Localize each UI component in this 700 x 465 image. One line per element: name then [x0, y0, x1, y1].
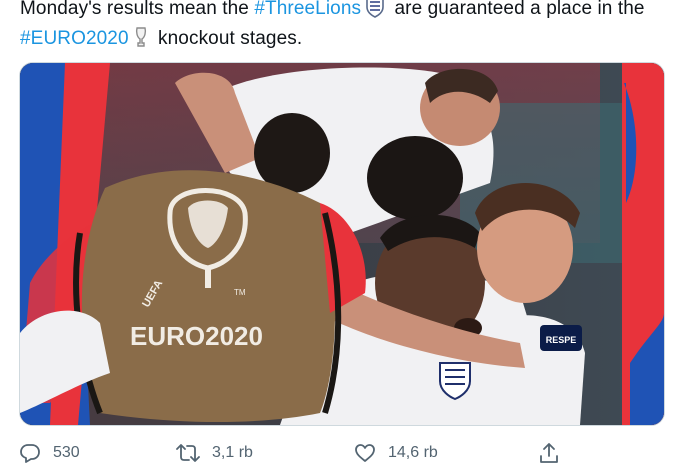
hashtag-euro2020[interactable]: #EURO2020	[20, 28, 129, 49]
heart-icon	[354, 442, 376, 464]
retweet-icon	[176, 442, 200, 464]
armband-label: RESPE	[546, 335, 577, 345]
tweet-media-image[interactable]: RESPE UEFA EURO2020 TM	[19, 62, 665, 426]
tweet-line-1: Monday's results mean the #ThreeLions ar…	[20, 0, 680, 26]
trophy-icon	[133, 26, 149, 56]
hashtag-threelions[interactable]: #ThreeLions	[254, 0, 361, 19]
tweet-text-segment: knockout stages.	[158, 28, 303, 49]
retweet-count: 3,1 rb	[212, 443, 253, 461]
like-button[interactable]: 14,6 rb	[354, 440, 438, 465]
tweet-action-bar: 530 3,1 rb 14,6 rb	[0, 440, 700, 465]
reply-button[interactable]: 530	[19, 440, 80, 465]
england-crest-icon	[365, 0, 385, 26]
tweet-text: Monday's results mean the #ThreeLions ar…	[20, 0, 680, 56]
tweet-text-segment: Monday's results mean the	[20, 0, 249, 19]
tweet-line-2: #EURO2020 knockout stages.	[20, 26, 680, 56]
retweet-button[interactable]: 3,1 rb	[176, 440, 253, 465]
like-count: 14,6 rb	[388, 443, 438, 461]
bib-logo-euro2020: EURO2020	[130, 321, 263, 351]
celebration-photo: RESPE UEFA EURO2020 TM	[20, 63, 664, 425]
share-icon	[538, 442, 560, 464]
reply-icon	[19, 442, 41, 464]
tweet-text-segment: are guaranteed a place in the	[394, 0, 645, 19]
bib-logo-tm: TM	[234, 288, 246, 297]
share-button[interactable]	[538, 440, 560, 465]
reply-count: 530	[53, 443, 80, 461]
